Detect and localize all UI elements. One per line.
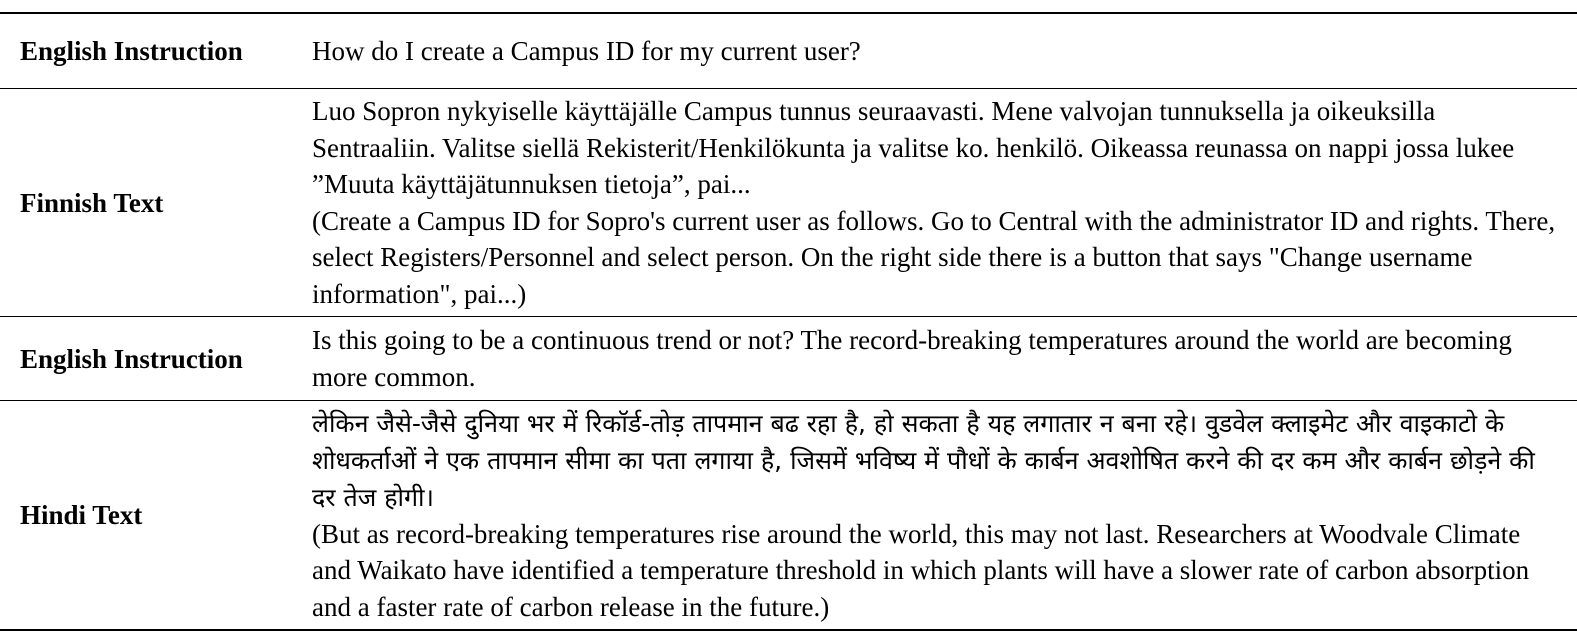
row-content: लेकिन जैसे-जैसे दुनिया भर में रिकॉर्ड-तो… xyxy=(312,405,1577,626)
row-label: Hindi Text xyxy=(20,500,143,530)
row-content: How do I create a Campus ID for my curre… xyxy=(312,33,1577,70)
finnish-source-text: Luo Sopron nykyiselle käyttäjälle Campus… xyxy=(312,96,1515,199)
examples-table: English Instruction How do I create a Ca… xyxy=(0,12,1577,631)
hindi-translation-text: (But as record-breaking temperatures ris… xyxy=(312,518,1530,622)
table-row-english-instruction-2: English Instruction Is this going to be … xyxy=(0,317,1577,401)
row-label: Finnish Text xyxy=(20,187,164,218)
table-row-finnish-text: Finnish Text Luo Sopron nykyiselle käytt… xyxy=(0,89,1577,317)
hindi-source-text: लेकिन जैसे-जैसे दुनिया भर में रिकॉर्ड-तो… xyxy=(312,408,1535,512)
instruction-text: How do I create a Campus ID for my curre… xyxy=(312,35,861,66)
row-content: Luo Sopron nykyiselle käyttäjälle Campus… xyxy=(312,93,1577,312)
instruction-text: Is this going to be a continuous trend o… xyxy=(312,325,1512,392)
row-label: English Instruction xyxy=(20,343,243,374)
row-label: English Instruction xyxy=(20,36,243,66)
row-content: Is this going to be a continuous trend o… xyxy=(312,322,1577,395)
table-row-english-instruction-1: English Instruction How do I create a Ca… xyxy=(0,14,1577,89)
finnish-translation-text: (Create a Campus ID for Sopro's current … xyxy=(312,205,1556,309)
table-row-hindi-text: Hindi Text लेकिन जैसे-जैसे दुनिया भर में… xyxy=(0,401,1577,629)
